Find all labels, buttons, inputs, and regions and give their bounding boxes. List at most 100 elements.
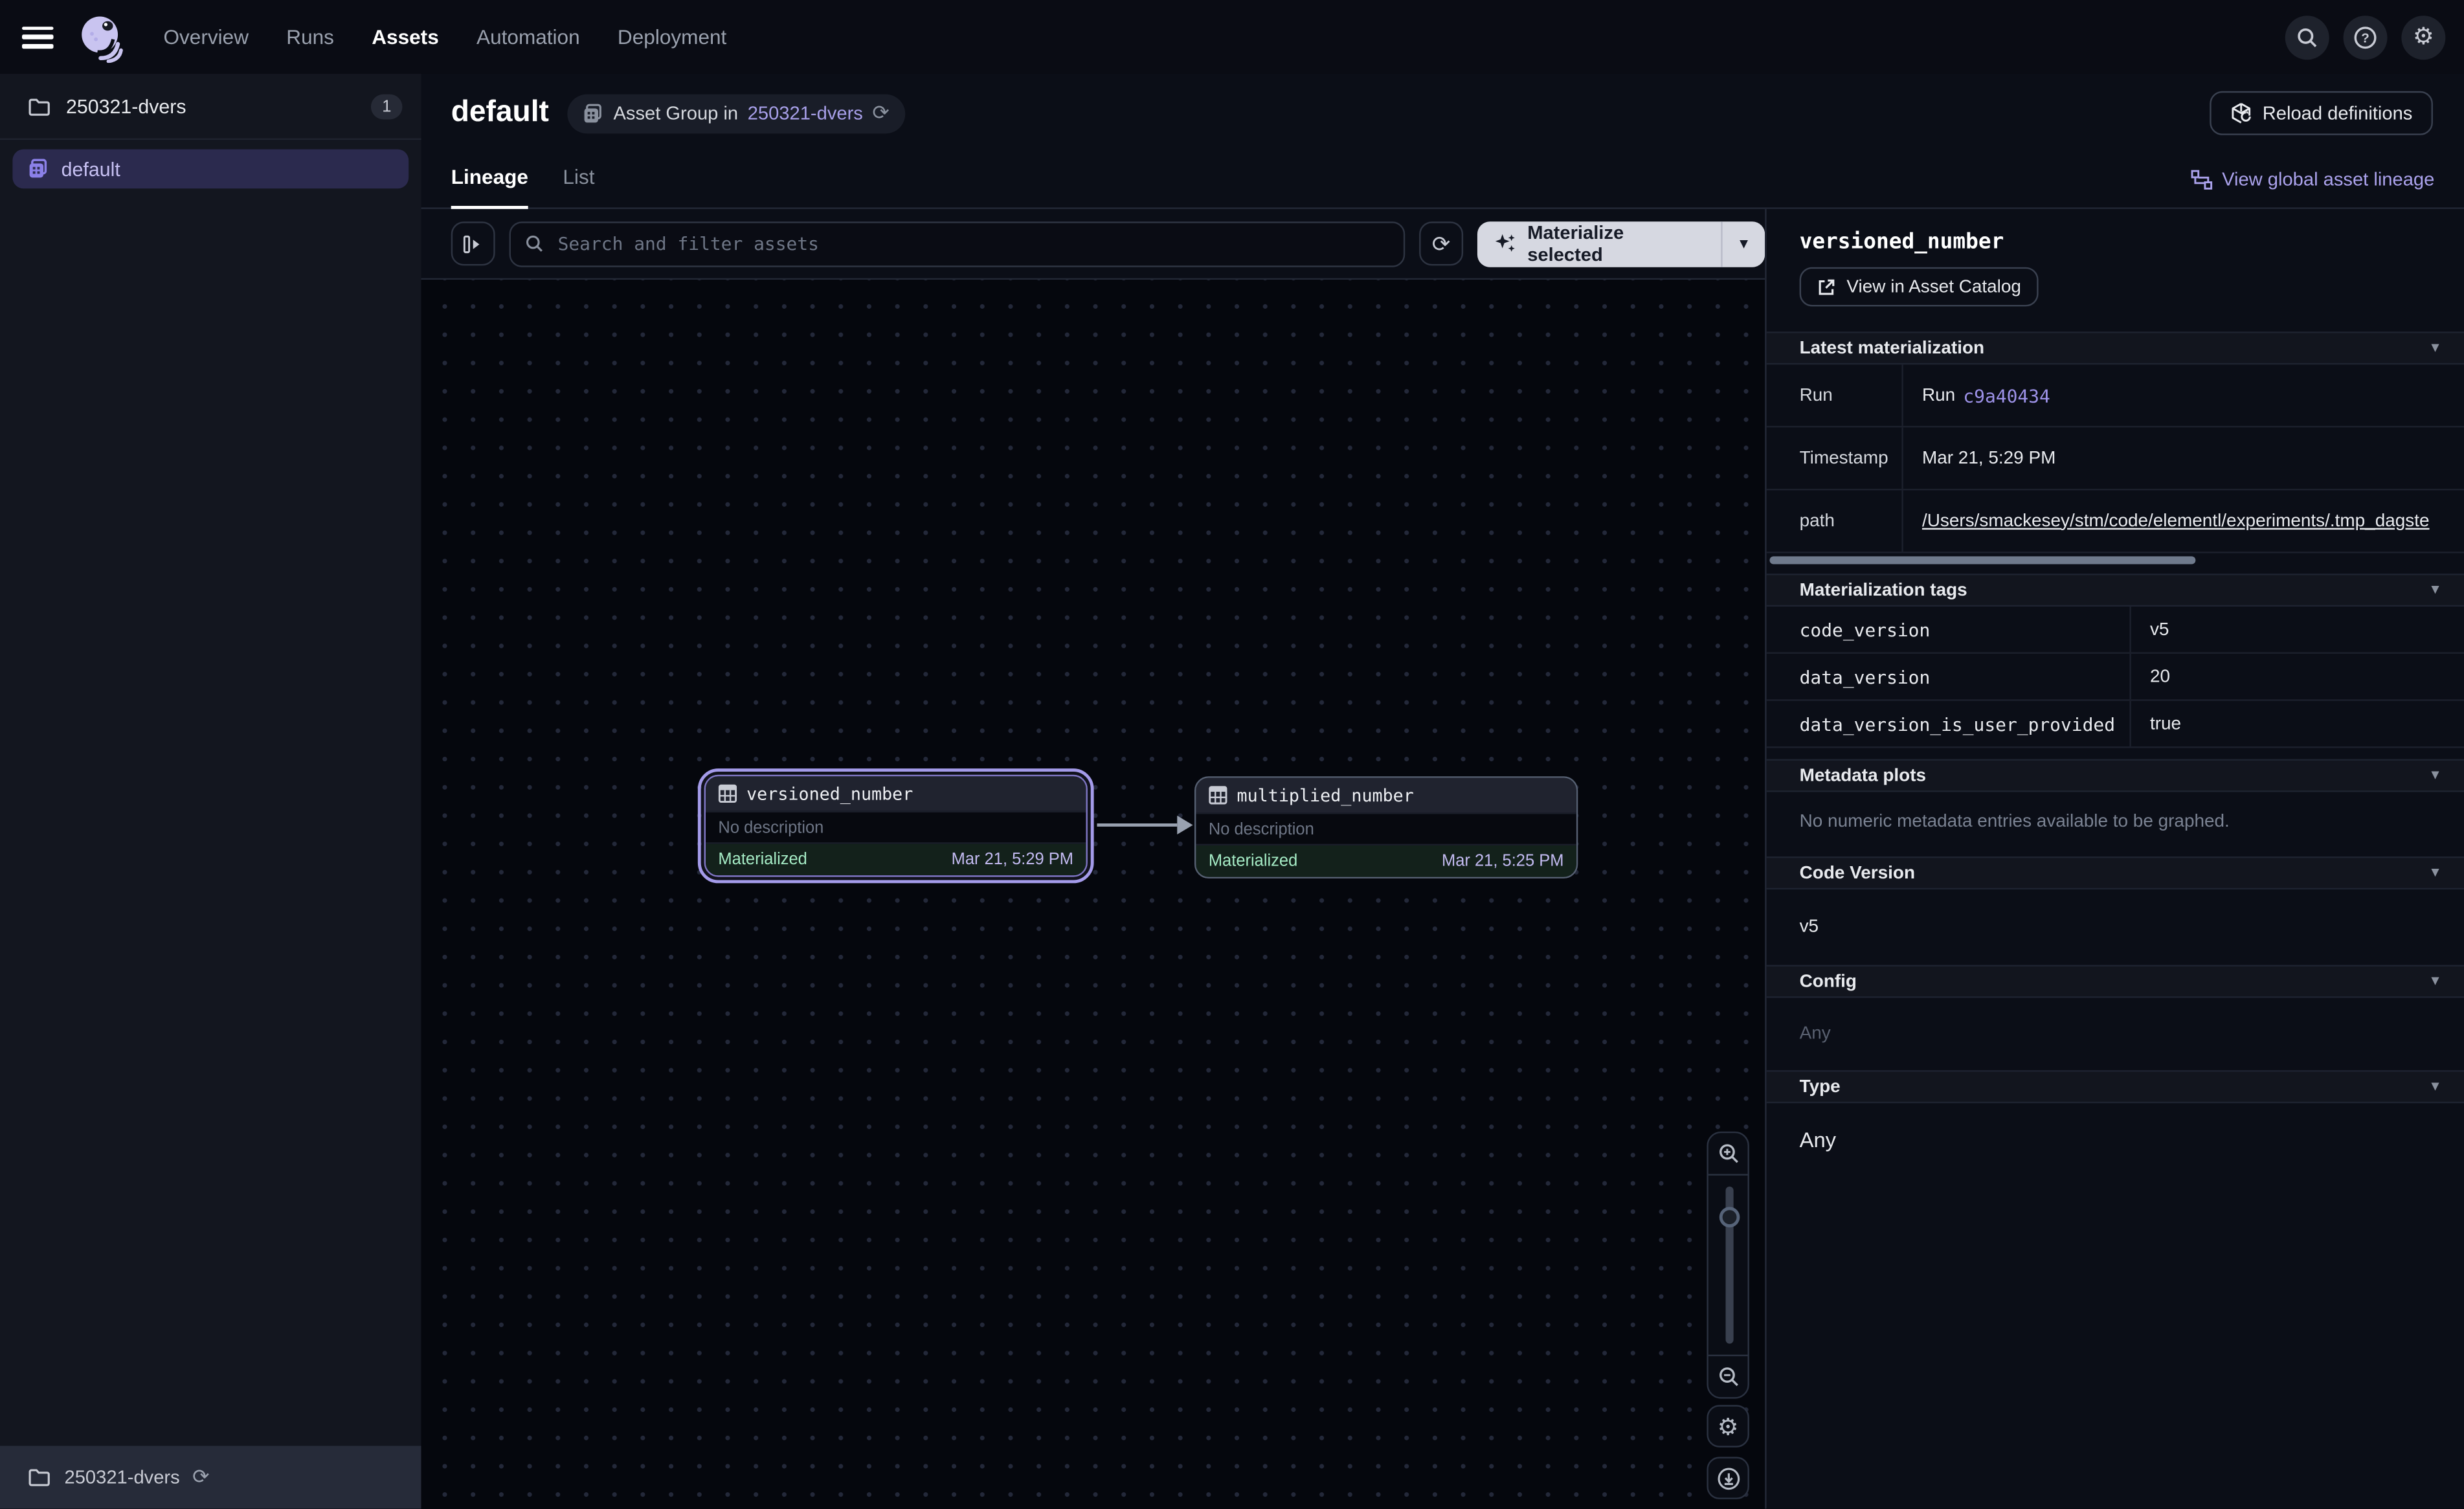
materialization-timestamp[interactable]: Mar 21, 5:25 PM [1442, 852, 1563, 871]
collapse-panel-button[interactable] [451, 221, 495, 265]
table-icon [1209, 786, 1227, 805]
section-latest-materialization[interactable]: Latest materialization ▾ [1767, 331, 2464, 364]
materialization-tags-table: code_version v5 data_version 20 data_ver… [1767, 607, 2464, 748]
code-location-label: 250321-dvers [66, 95, 186, 117]
section-metadata-plots[interactable]: Metadata plots ▾ [1767, 759, 2464, 792]
tag-key: data_version_is_user_provided [1767, 701, 2131, 746]
svg-text:?: ? [2361, 30, 2369, 45]
help-icon: ? [2353, 25, 2378, 50]
menu-icon[interactable] [22, 26, 54, 48]
tag-value: v5 [2131, 607, 2464, 652]
view-in-asset-catalog-label: View in Asset Catalog [1846, 277, 2021, 296]
chevron-down-icon: ▾ [2431, 767, 2439, 785]
zoom-controls [1707, 1132, 1749, 1399]
lineage-graph-canvas[interactable]: versioned_number No description Material… [421, 280, 1765, 1508]
graph-settings-button[interactable]: ⚙ [1707, 1405, 1749, 1448]
search-input[interactable] [555, 231, 1389, 256]
zoom-slider[interactable] [1708, 1176, 1748, 1355]
refresh-icon[interactable]: ⟳ [872, 100, 889, 126]
row-key: Run [1767, 364, 1903, 426]
footer-code-location-label: 250321-dvers [65, 1466, 180, 1488]
asset-group-badge: Asset Group in 250321-dvers ⟳ [568, 93, 905, 133]
zoom-in-icon [1717, 1143, 1739, 1165]
section-code-version[interactable]: Code Version ▾ [1767, 856, 2464, 889]
help-button[interactable]: ? [2344, 15, 2388, 59]
view-global-lineage-link[interactable]: View global asset lineage [2191, 168, 2435, 190]
tag-key: data_version [1767, 654, 2131, 699]
row-value: /Users/smackesey/stm/code/elementl/exper… [1903, 490, 2464, 552]
section-config[interactable]: Config ▾ [1767, 965, 2464, 998]
section-title: Type [1800, 1077, 1841, 1096]
zoom-in-button[interactable] [1708, 1133, 1748, 1176]
reload-definitions-button[interactable]: Reload definitions [2209, 91, 2433, 135]
gear-icon: ⚙ [1718, 1412, 1739, 1440]
search-button[interactable] [2285, 15, 2329, 59]
search-icon [2296, 26, 2318, 48]
page-title: default [451, 96, 549, 130]
tab-list[interactable]: List [563, 165, 594, 209]
code-version-value: v5 [1800, 918, 2464, 937]
sparkles-icon [1494, 232, 1516, 254]
dagster-app: Overview Runs Assets Automation Deployme… [0, 0, 2464, 1508]
zoom-slider-thumb[interactable] [1719, 1207, 1740, 1227]
section-title: Metadata plots [1800, 766, 1926, 785]
section-materialization-tags[interactable]: Materialization tags ▾ [1767, 574, 2464, 607]
nav-items: Overview Runs Assets Automation Deployme… [163, 25, 726, 49]
zoom-out-button[interactable] [1708, 1355, 1748, 1398]
horizontal-scrollbar[interactable] [1769, 556, 2195, 564]
materialize-dropdown-button[interactable]: ▼ [1721, 221, 1765, 266]
run-id-link[interactable]: c9a40434 [1963, 385, 2050, 407]
sidebar-group-label: default [62, 158, 120, 180]
row-value: Mar 21, 5:29 PM [1903, 427, 2464, 489]
badge-prefix: Asset Group in [613, 102, 738, 124]
asset-search [509, 221, 1405, 266]
asset-detail-panel: versioned_number View in Asset Catalog L… [1765, 209, 2464, 1509]
table-row: path /Users/smackesey/stm/code/elementl/… [1767, 490, 2464, 553]
tab-lineage[interactable]: Lineage [451, 165, 528, 209]
path-link[interactable]: /Users/smackesey/stm/code/elementl/exper… [1922, 511, 2430, 530]
sidebar-item-code-location[interactable]: 250321-dvers 1 [0, 74, 421, 140]
nav-assets[interactable]: Assets [372, 25, 439, 49]
chevron-down-icon: ▾ [2431, 581, 2439, 599]
section-type[interactable]: Type ▾ [1767, 1070, 2464, 1103]
badge-location-link[interactable]: 250321-dvers [748, 102, 863, 124]
materialize-selected-button[interactable]: Materialize selected ▼ [1477, 221, 1765, 266]
table-row: Timestamp Mar 21, 5:29 PM [1767, 427, 2464, 490]
dagster-logo-icon[interactable] [76, 12, 126, 62]
asset-node-versioned-number-selection: versioned_number No description Material… [698, 768, 1094, 883]
nav-runs[interactable]: Runs [286, 25, 334, 49]
asset-group-icon [28, 159, 49, 179]
section-title: Materialization tags [1800, 581, 1967, 599]
refresh-graph-button[interactable]: ⟳ [1419, 221, 1463, 265]
zoom-out-icon [1717, 1366, 1739, 1388]
lineage-graph-icon [2191, 169, 2213, 190]
lineage-edge-arrow [1097, 811, 1194, 840]
materialize-selected-label: Materialize selected [1527, 221, 1704, 265]
materialization-timestamp[interactable]: Mar 21, 5:29 PM [952, 850, 1073, 869]
row-key: path [1767, 490, 1903, 552]
chevron-down-icon: ▾ [2431, 1078, 2439, 1095]
section-title: Latest materialization [1800, 339, 1984, 357]
table-row: data_version_is_user_provided true [1767, 701, 2464, 748]
view-global-lineage-label: View global asset lineage [2222, 168, 2434, 190]
chevron-down-icon: ▾ [2431, 864, 2439, 882]
sidebar-item-default-group[interactable]: default [12, 150, 409, 189]
folder-icon [28, 96, 50, 115]
nav-deployment[interactable]: Deployment [618, 25, 726, 49]
chevron-down-icon: ▾ [2431, 973, 2439, 990]
asset-description: No description [1196, 812, 1576, 845]
tag-value: true [2131, 701, 2464, 746]
refresh-icon[interactable]: ⟳ [192, 1465, 209, 1490]
view-in-asset-catalog-button[interactable]: View in Asset Catalog [1800, 267, 2039, 307]
asset-node-multiplied-number[interactable]: multiplied_number No description Materia… [1194, 776, 1578, 878]
external-link-icon [1817, 277, 1835, 296]
latest-materialization-table: Run Run c9a40434 Timestamp Mar 21, 5:29 … [1767, 364, 2464, 553]
settings-button[interactable]: ⚙ [2401, 15, 2445, 59]
nav-overview[interactable]: Overview [163, 25, 249, 49]
sidebar-footer: 250321-dvers ⟳ [0, 1446, 421, 1508]
table-icon [718, 784, 737, 803]
reload-cube-icon [2230, 102, 2252, 124]
nav-automation[interactable]: Automation [476, 25, 580, 49]
download-graph-button[interactable] [1707, 1457, 1749, 1499]
asset-node-versioned-number[interactable]: versioned_number No description Material… [704, 775, 1088, 877]
